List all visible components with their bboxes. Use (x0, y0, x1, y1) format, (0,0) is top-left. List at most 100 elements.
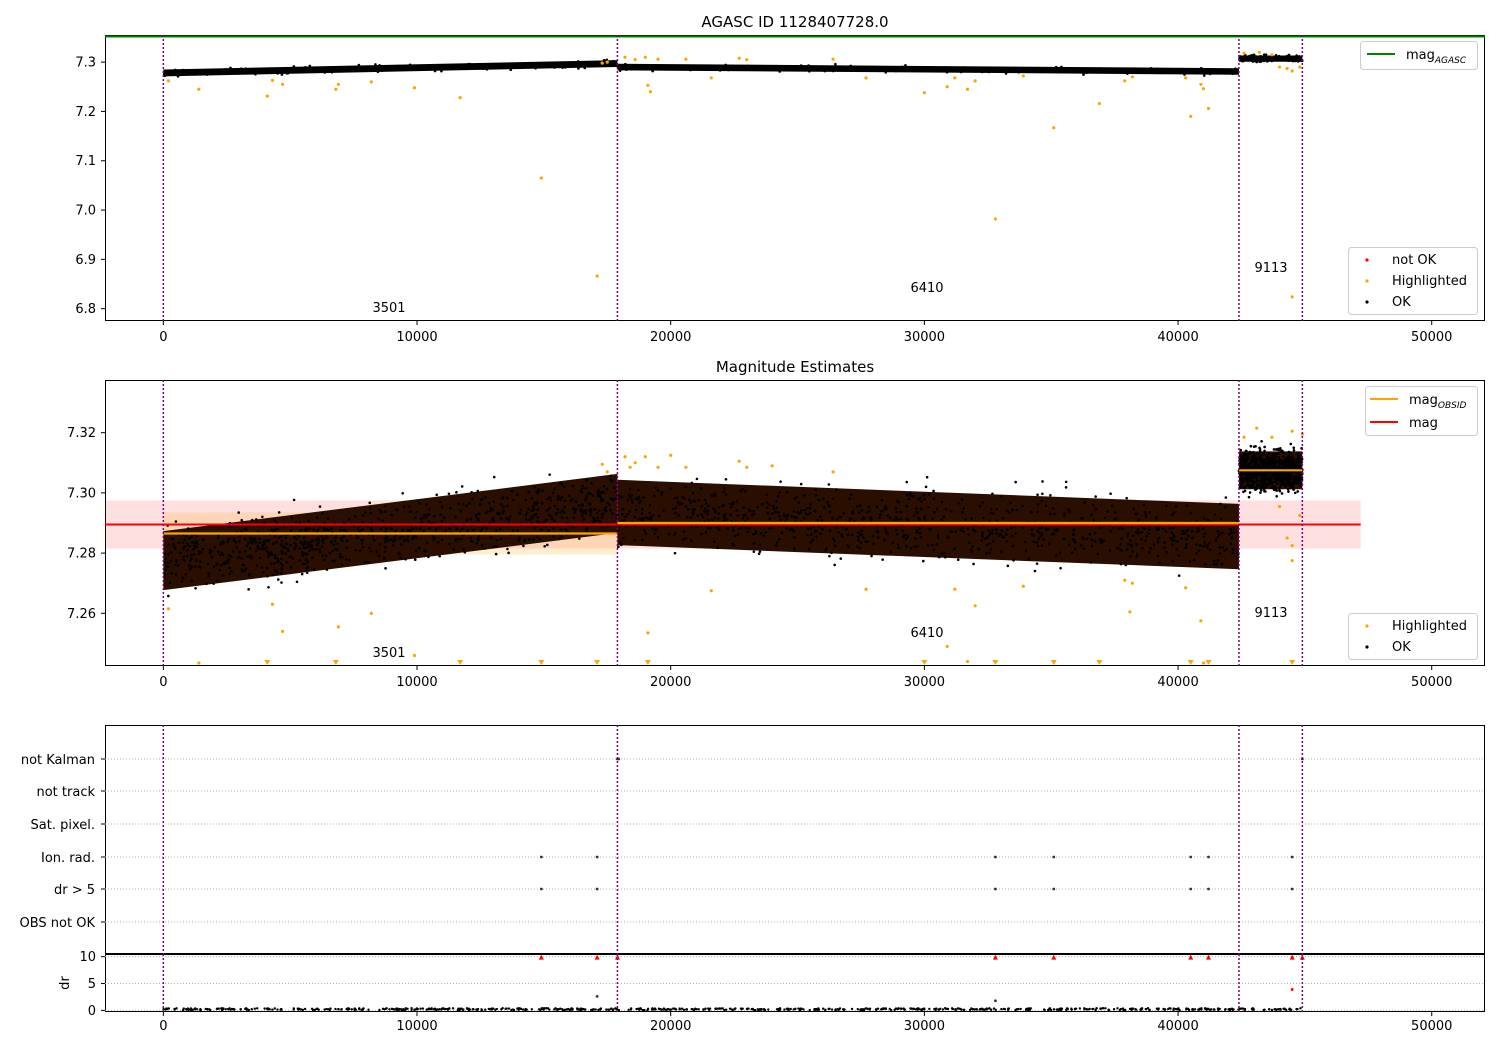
mag-band-1-ok-point (1040, 544, 1044, 547)
dr-point (521, 1008, 525, 1011)
mag-band-0-ok-point (384, 540, 387, 544)
dr-point (987, 1007, 991, 1010)
mag-band-1-ok-point (735, 500, 739, 503)
mag-band-1-ok-point (726, 526, 729, 530)
mag-band-1-ok-point (942, 551, 946, 555)
mag-band-0-ok-point (392, 543, 395, 547)
agasc-band-2-ok-point (1296, 60, 1300, 63)
mag-band-0-ok-point (546, 508, 549, 512)
mag-band-2-ok-point (1282, 464, 1285, 468)
mag-band-1-ok-point (741, 487, 745, 491)
mag-band-0-ok-point (247, 541, 250, 545)
agasc-band-1-ok-point (718, 69, 722, 72)
dr-point (384, 1007, 388, 1010)
mag-band-1-ok-point (1090, 544, 1094, 548)
agasc-band-1-ok-point (661, 65, 665, 68)
mag-band-0-ok-point (294, 542, 297, 546)
agasc-band-0-ok-point (308, 64, 312, 68)
agasc-band-1-ok-point (887, 68, 890, 72)
dr-point (233, 1008, 236, 1011)
mag-band-1-ok-point (732, 525, 735, 529)
dr-point (1116, 1007, 1119, 1010)
mag-band-0-ok-point (279, 571, 283, 575)
mag-band-1-ok-point (862, 525, 866, 529)
mag-band-1-ok-point (673, 551, 677, 555)
dr-point (1232, 1008, 1235, 1011)
mag-band-0-ok-point (272, 542, 275, 546)
agasc-band-1-ok-point (1067, 70, 1071, 74)
mag-band-1-ok-point (1140, 538, 1143, 541)
mag-band-2-ok-point (1251, 474, 1254, 477)
mag-band-2-ok-point (1286, 462, 1289, 466)
mag-band-1-ok-point (824, 548, 827, 552)
mag-band-2-ok-point (1258, 446, 1261, 450)
mag-band-1-ok-point (907, 497, 911, 501)
panel-agasc-title: AGASC ID 1128407728.0 (701, 13, 888, 31)
agasc-band-1-ok-point (1231, 72, 1234, 76)
dr-point (340, 1008, 343, 1011)
mag-band-1-ok-point (774, 510, 777, 514)
mag-band-1-ok-point (1176, 539, 1179, 543)
mag-band-1-ok-point (968, 541, 971, 544)
mag-band-1-ok-point (1042, 538, 1046, 541)
mag-band-1-ok-point (956, 558, 960, 562)
mag-band-1-ok-point (1082, 537, 1085, 541)
dr-point (821, 1007, 825, 1010)
highlighted-point (265, 94, 269, 98)
dr-point (350, 1008, 353, 1011)
mag-band-2-ok-point (1292, 476, 1296, 479)
mag-band-1-ok-point (792, 510, 796, 513)
mag-band-0-ok-point (537, 487, 541, 491)
mag-band-1-ok-point (768, 517, 772, 521)
mag-band-0-ok-point (322, 558, 326, 562)
mag-band-1-ok-point (1143, 511, 1147, 514)
mag-band-1-ok-point (820, 519, 824, 522)
dr-point (1119, 1007, 1123, 1011)
mag-band-1-ok-point (962, 529, 965, 533)
mag-band-1-ok-point (638, 501, 641, 505)
dr-point (472, 1008, 475, 1011)
mag-band-1-ok-point (944, 507, 948, 511)
agasc-band-0-ok-point (265, 70, 269, 73)
panel-magnitude-estimates: Magnitude Estimates 7.267.287.307.32 0 10… (67, 358, 1485, 690)
mag-band-1-ok-point (1115, 517, 1118, 521)
mag-band-0-ok-point (237, 539, 241, 543)
dr-point (480, 1008, 484, 1012)
dr-point (946, 1007, 949, 1011)
mag-band-2-ok-point (1246, 452, 1249, 456)
dr-point (220, 1008, 224, 1012)
mag-band-0-ok-point (197, 552, 201, 555)
clipped-marker-11 (1205, 660, 1212, 665)
mag-band-0-ok-point (360, 542, 364, 545)
mag-band-0-ok-point (457, 502, 460, 505)
mag-band-1-ok-point (995, 531, 998, 535)
mag-band-0-ok-point (495, 538, 499, 542)
mag-band-0-ok-point (460, 485, 464, 488)
mag-band-0-ok-point (471, 497, 474, 501)
agasc-band-1-ok-point (1174, 67, 1178, 71)
mag-band-1-ok-point (860, 508, 864, 512)
highlighted-point (1270, 435, 1274, 439)
dr-point (708, 1007, 712, 1010)
mag-band-0-ok-point (605, 487, 609, 491)
dr-point (978, 1008, 982, 1011)
mag-band-0-ok-point (548, 473, 551, 476)
flag-label-2: Sat. pixel. (31, 818, 95, 833)
mag-band-2-ok-point (1278, 486, 1282, 489)
mag-band-2-ok-point (1274, 455, 1278, 459)
mag-band-1-ok-point (1082, 547, 1086, 550)
highlighted-point (709, 76, 713, 80)
mag-band-1-ok-point (746, 530, 750, 534)
agasc-band-1-ok-point (1100, 70, 1103, 74)
mag-band-1-ok-point (1229, 542, 1233, 546)
dr-point (1134, 1008, 1137, 1011)
dr-point (1006, 1008, 1010, 1012)
mag-band-1-ok-point (1135, 555, 1138, 559)
flag-point (1207, 887, 1210, 891)
mag-band-1-ok-point (1219, 502, 1222, 506)
mag-band-0-ok-point (305, 529, 309, 533)
mag-band-1-ok-point (926, 544, 930, 547)
agasc-band-0-ok-point (189, 70, 193, 74)
dr-point (406, 1007, 409, 1011)
mag-band-0-ok-point (406, 538, 410, 542)
